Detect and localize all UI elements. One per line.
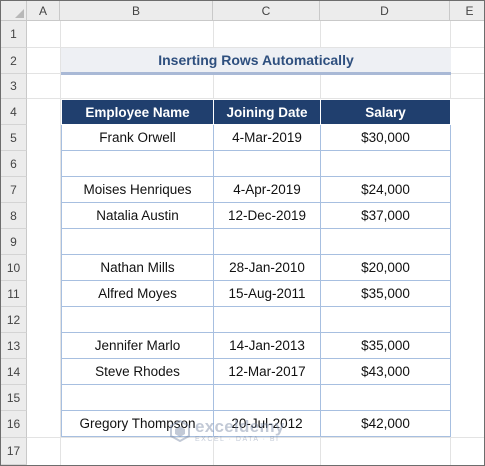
joining-date-cell[interactable]: 14-Jan-2013 xyxy=(213,332,321,359)
row-header-2[interactable]: 2 xyxy=(1,48,27,74)
salary-cell[interactable]: $35,000 xyxy=(320,332,451,359)
column-header-a[interactable]: A xyxy=(27,1,60,21)
table-row xyxy=(61,384,451,411)
joining-date-cell[interactable]: 4-Mar-2019 xyxy=(213,124,321,151)
employee-name-cell[interactable]: Steve Rhodes xyxy=(61,358,214,385)
row-header-9[interactable]: 9 xyxy=(1,229,27,255)
employee-name-cell[interactable]: Frank Orwell xyxy=(61,124,214,151)
column-header-d[interactable]: D xyxy=(320,1,450,21)
joining-date-cell[interactable]: 28-Jan-2010 xyxy=(213,254,321,281)
employee-table: Employee Name Joining Date Salary Frank … xyxy=(61,99,451,437)
salary-cell[interactable]: $37,000 xyxy=(320,202,451,229)
row-header-4[interactable]: 4 xyxy=(1,99,27,125)
joining-date-cell[interactable]: 20-Jul-2012 xyxy=(213,410,321,437)
salary-cell[interactable] xyxy=(320,306,451,333)
row-header-13[interactable]: 13 xyxy=(1,333,27,359)
row-header-1[interactable]: 1 xyxy=(1,21,27,48)
row-header-5[interactable]: 5 xyxy=(1,125,27,151)
employee-name-cell[interactable] xyxy=(61,384,214,411)
joining-date-cell[interactable] xyxy=(213,150,321,177)
table-row: Gregory Thompson 20-Jul-2012 $42,000 xyxy=(61,410,451,437)
salary-cell[interactable] xyxy=(320,228,451,255)
employee-name-cell[interactable]: Jennifer Marlo xyxy=(61,332,214,359)
table-row: Frank Orwell 4-Mar-2019 $30,000 xyxy=(61,124,451,151)
employee-name-cell[interactable] xyxy=(61,306,214,333)
table-row: Moises Henriques 4-Apr-2019 $24,000 xyxy=(61,176,451,203)
joining-date-cell[interactable] xyxy=(213,384,321,411)
row-header-16[interactable]: 16 xyxy=(1,411,27,438)
row-header-15[interactable]: 15 xyxy=(1,385,27,411)
joining-date-cell[interactable]: 15-Aug-2011 xyxy=(213,280,321,307)
employee-name-cell[interactable]: Nathan Mills xyxy=(61,254,214,281)
salary-cell[interactable]: $35,000 xyxy=(320,280,451,307)
table-row: Steve Rhodes 12-Mar-2017 $43,000 xyxy=(61,358,451,385)
salary-cell[interactable]: $30,000 xyxy=(320,124,451,151)
column-header-c[interactable]: C xyxy=(213,1,320,21)
employee-name-cell[interactable]: Gregory Thompson xyxy=(61,410,214,437)
table-row: Nathan Mills 28-Jan-2010 $20,000 xyxy=(61,254,451,281)
salary-cell[interactable] xyxy=(320,150,451,177)
joining-date-cell[interactable] xyxy=(213,306,321,333)
row-header-10[interactable]: 10 xyxy=(1,255,27,281)
select-all-triangle-icon xyxy=(15,9,24,18)
table-row: Natalia Austin 12-Dec-2019 $37,000 xyxy=(61,202,451,229)
header-joining-date[interactable]: Joining Date xyxy=(213,99,321,125)
header-salary[interactable]: Salary xyxy=(320,99,451,125)
sheet-title[interactable]: Inserting Rows Automatically xyxy=(61,48,451,75)
select-all-corner[interactable] xyxy=(1,1,27,21)
column-header-b[interactable]: B xyxy=(60,1,213,21)
row-header-17[interactable]: 17 xyxy=(1,438,27,465)
salary-cell[interactable]: $42,000 xyxy=(320,410,451,437)
row-header-14[interactable]: 14 xyxy=(1,359,27,385)
salary-cell[interactable] xyxy=(320,384,451,411)
gridline xyxy=(27,437,484,438)
salary-cell[interactable]: $43,000 xyxy=(320,358,451,385)
employee-name-cell[interactable]: Alfred Moyes xyxy=(61,280,214,307)
salary-cell[interactable]: $20,000 xyxy=(320,254,451,281)
column-header-e[interactable]: E xyxy=(450,1,484,21)
table-row: Jennifer Marlo 14-Jan-2013 $35,000 xyxy=(61,332,451,359)
table-row xyxy=(61,150,451,177)
row-header-6[interactable]: 6 xyxy=(1,151,27,177)
joining-date-cell[interactable]: 12-Dec-2019 xyxy=(213,202,321,229)
row-header-12[interactable]: 12 xyxy=(1,307,27,333)
table-row: Alfred Moyes 15-Aug-2011 $35,000 xyxy=(61,280,451,307)
employee-name-cell[interactable] xyxy=(61,150,214,177)
header-employee-name[interactable]: Employee Name xyxy=(61,99,214,125)
table-row xyxy=(61,228,451,255)
table-row xyxy=(61,306,451,333)
table-header-row: Employee Name Joining Date Salary xyxy=(61,99,451,125)
row-header-8[interactable]: 8 xyxy=(1,203,27,229)
row-header-7[interactable]: 7 xyxy=(1,177,27,203)
salary-cell[interactable]: $24,000 xyxy=(320,176,451,203)
joining-date-cell[interactable] xyxy=(213,228,321,255)
row-header-11[interactable]: 11 xyxy=(1,281,27,307)
employee-name-cell[interactable]: Natalia Austin xyxy=(61,202,214,229)
employee-name-cell[interactable]: Moises Henriques xyxy=(61,176,214,203)
joining-date-cell[interactable]: 12-Mar-2017 xyxy=(213,358,321,385)
row-header-3[interactable]: 3 xyxy=(1,74,27,99)
employee-name-cell[interactable] xyxy=(61,228,214,255)
spreadsheet-window: A B C D E 1 2 3 4 5 6 7 8 9 10 11 12 13 … xyxy=(0,0,485,466)
joining-date-cell[interactable]: 4-Apr-2019 xyxy=(213,176,321,203)
